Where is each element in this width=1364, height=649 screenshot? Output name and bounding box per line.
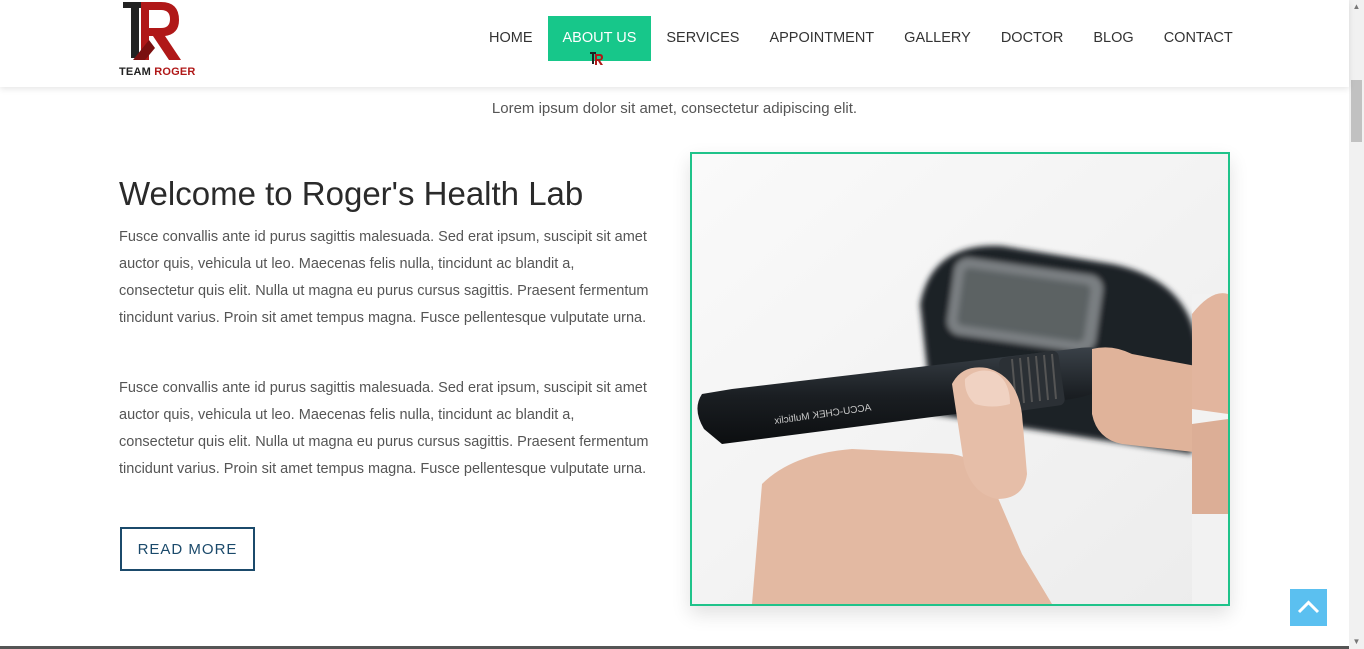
site-header: TEAM ROGER HOME ABOUT US SERVICES APPOIN…: [0, 0, 1349, 87]
scroll-thumb[interactable]: [1351, 80, 1362, 142]
nav-item-doctor[interactable]: DOCTOR: [986, 16, 1079, 61]
section-subtitle: Lorem ipsum dolor sit amet, consectetur …: [491, 100, 858, 117]
intro-paragraph-1: Fusce convallis ante id purus sagittis m…: [119, 229, 649, 326]
nav-item-contact[interactable]: CONTACT: [1149, 16, 1248, 61]
read-more-button[interactable]: READ MORE: [120, 527, 255, 571]
back-to-top-button[interactable]: [1290, 589, 1327, 626]
logo-text: TEAM ROGER: [119, 66, 196, 78]
nav-item-home[interactable]: HOME: [474, 16, 548, 61]
scroll-down-arrow-icon[interactable]: ▼: [1349, 635, 1364, 649]
logo-mark-icon: [123, 2, 181, 60]
intro-paragraph-2: Fusce convallis ante id purus sagittis m…: [119, 380, 649, 477]
nav-item-gallery[interactable]: GALLERY: [889, 16, 986, 61]
page-scrollbar[interactable]: ▲ ▼: [1349, 0, 1364, 649]
nav-item-services[interactable]: SERVICES: [651, 16, 754, 61]
site-logo[interactable]: TEAM ROGER: [119, 0, 199, 80]
nav-item-appointment[interactable]: APPOINTMENT: [754, 16, 889, 61]
welcome-title: Welcome to Roger's Health Lab: [119, 175, 584, 212]
chevron-up-icon: [1297, 600, 1320, 614]
nav-item-blog[interactable]: BLOG: [1078, 16, 1148, 61]
glucose-meter-image: ACCU-CHEK Multiclix: [690, 152, 1230, 606]
logo-cursor-icon: [590, 52, 603, 65]
scroll-up-arrow-icon[interactable]: ▲: [1349, 0, 1364, 14]
